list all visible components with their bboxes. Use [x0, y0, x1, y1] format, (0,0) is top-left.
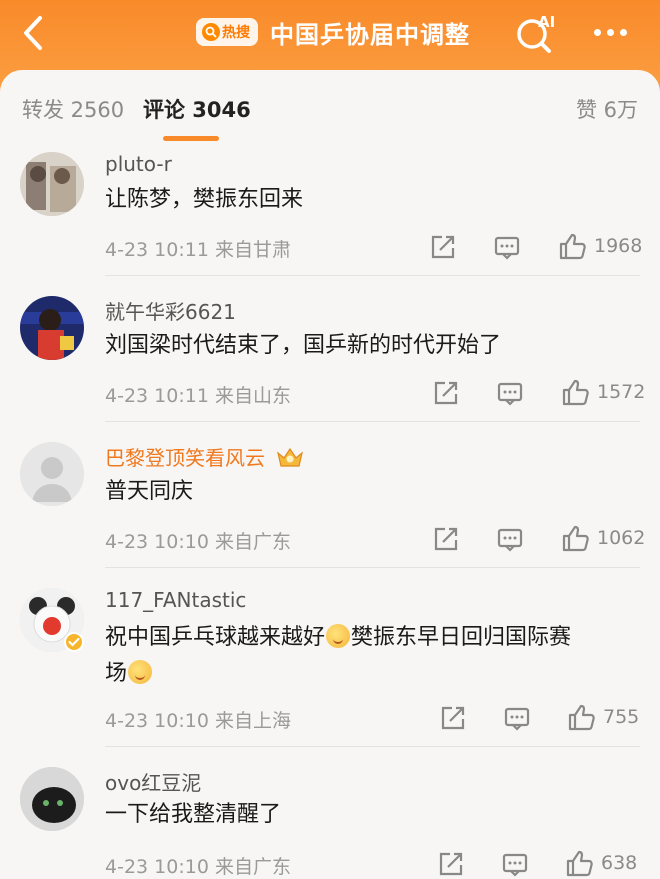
share-icon [431, 235, 455, 259]
comment-meta: 4-23 10:10 来自广东 [105, 852, 291, 879]
comment-meta: 4-23 10:11 来自甘肃 [105, 235, 291, 262]
thumbs-up-icon [562, 525, 589, 552]
username-text: 巴黎登顶笑看风云 [105, 446, 265, 470]
fan-badge-icon [277, 447, 304, 467]
comment-text: 普天同庆 [105, 479, 194, 504]
verified-badge-icon [64, 632, 84, 652]
active-tab-indicator [163, 136, 219, 141]
like-button[interactable]: 1062 [561, 524, 645, 552]
tab-bar: 转发 2560 评论 3046 赞 6万 [0, 70, 660, 141]
comment-location: 来自广东 [214, 856, 291, 878]
like-count: 1062 [597, 527, 646, 549]
reply-button[interactable] [494, 233, 520, 261]
like-button[interactable]: 755 [567, 703, 639, 731]
comment-meta: 4-23 10:11 来自山东 [105, 381, 291, 408]
comment-time: 4-23 10:10 [105, 710, 209, 732]
comment-location: 来自上海 [214, 710, 291, 732]
avatar[interactable] [20, 296, 84, 360]
ai-label: AI [538, 13, 555, 31]
comment-username[interactable]: 就午华彩6621 [105, 296, 236, 325]
share-button[interactable] [438, 850, 464, 878]
thumbs-up-icon [562, 379, 589, 406]
avatar[interactable] [20, 767, 84, 831]
comment-text: 祝中国乒乓球越来越好 樊振东早日回归国际赛场 [105, 620, 645, 692]
comment-username[interactable]: ovo红豆泥 [105, 767, 201, 796]
comment-username[interactable]: 巴黎登顶笑看风云 [105, 442, 305, 471]
comment-meta: 4-23 10:10 来自广东 [105, 527, 291, 554]
divider [105, 275, 640, 276]
comment-icon [502, 853, 528, 877]
more-options-button[interactable] [594, 20, 634, 44]
thumbs-up-icon [566, 850, 593, 877]
share-button[interactable] [433, 379, 459, 407]
share-button[interactable] [440, 704, 466, 732]
back-button[interactable] [18, 14, 52, 54]
comment-time: 4-23 10:10 [105, 531, 209, 553]
divider [105, 421, 640, 422]
comment-time: 4-23 10:11 [105, 385, 209, 407]
thumbs-up-icon [559, 233, 586, 260]
share-icon [434, 527, 458, 551]
thumbs-up-icon [568, 704, 595, 731]
divider [105, 567, 640, 568]
comment-location: 来自广东 [214, 531, 291, 553]
like-button[interactable]: 1572 [561, 378, 645, 406]
ai-search-button[interactable]: AI [512, 10, 558, 56]
share-icon [439, 852, 463, 876]
reply-button[interactable] [504, 704, 530, 732]
divider [105, 746, 640, 747]
comment-text-part: 场 [105, 661, 128, 686]
share-icon [441, 706, 465, 730]
comment-icon [497, 528, 523, 552]
like-count: 1572 [597, 381, 646, 403]
comment-icon [494, 236, 520, 260]
comment-location: 来自甘肃 [214, 239, 291, 261]
comment-meta: 4-23 10:10 来自上海 [105, 706, 291, 733]
reply-button[interactable] [502, 850, 528, 878]
reply-button[interactable] [497, 525, 523, 553]
like-count: 638 [601, 852, 638, 874]
search-icon [202, 23, 220, 41]
comment-text: 一下给我整清醒了 [105, 802, 282, 827]
comment-text: 刘国梁时代结束了，国乒新的时代开始了 [105, 333, 502, 358]
avatar[interactable] [20, 152, 84, 216]
like-button[interactable]: 1968 [558, 232, 642, 260]
comment-time: 4-23 10:10 [105, 856, 209, 878]
comment-username[interactable]: pluto-r [105, 152, 172, 176]
share-button[interactable] [433, 525, 459, 553]
hot-search-tag[interactable]: 热搜 [196, 18, 258, 46]
avatar[interactable] [20, 442, 84, 506]
dot-icon [620, 28, 627, 36]
like-count: 755 [603, 706, 640, 728]
dot-icon [607, 28, 614, 36]
dot-icon [594, 28, 601, 36]
smile-emoji-icon [128, 660, 153, 684]
comment-icon [497, 382, 523, 406]
comment-location: 来自山东 [214, 385, 291, 407]
hot-tag-label: 热搜 [222, 25, 250, 41]
comment-text: 让陈梦，樊振东回来 [105, 187, 304, 212]
tab-repost[interactable]: 转发 2560 [22, 94, 124, 124]
ai-search-icon: AI [517, 13, 555, 53]
share-button[interactable] [430, 233, 456, 261]
back-arrow-icon [24, 16, 42, 50]
comment-text-part: 樊振东早日回归国际赛 [351, 625, 572, 650]
like-button[interactable]: 638 [565, 849, 637, 877]
comment-username[interactable]: 117_FANtastic [105, 588, 246, 612]
share-icon [434, 381, 458, 405]
comment-text-part: 祝中国乒乓球越来越好 [105, 625, 326, 650]
like-count: 1968 [594, 235, 643, 257]
tab-like[interactable]: 赞 6万 [576, 94, 638, 124]
comment-time: 4-23 10:11 [105, 239, 209, 261]
page-title: 中国乒协届中调整 [270, 21, 470, 49]
reply-button[interactable] [497, 379, 523, 407]
tab-comment[interactable]: 评论 3046 [143, 94, 251, 124]
smile-emoji-icon [326, 624, 351, 648]
comment-icon [504, 707, 530, 731]
